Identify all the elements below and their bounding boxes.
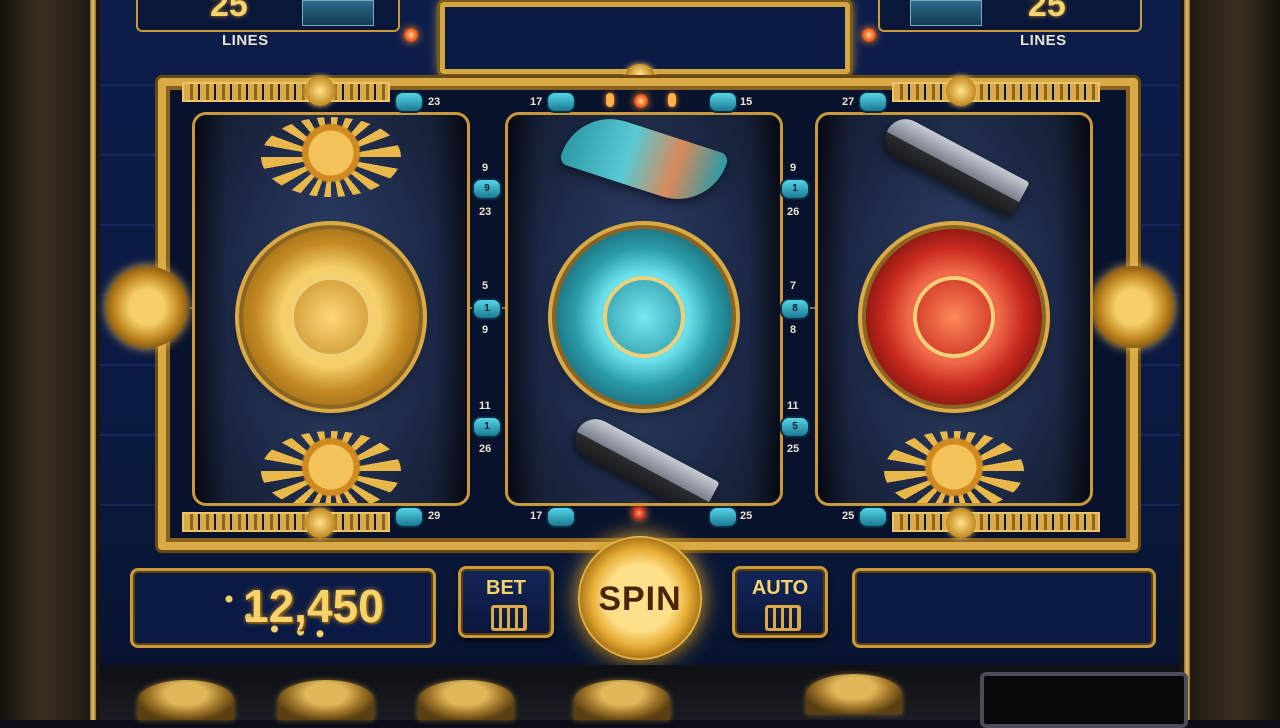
aztec-sun-medallion-icon (106, 266, 188, 348)
auto-button[interactable]: AUTO (732, 566, 828, 638)
payline-number: 23 (428, 96, 441, 108)
greek-key-border (892, 512, 1100, 532)
greek-key-icon (765, 605, 801, 631)
greek-key-border (182, 82, 390, 102)
balance-value: 12,450 (243, 580, 384, 632)
aztec-sun-medallion-icon (1092, 266, 1174, 348)
sun-stud-icon (946, 76, 976, 106)
bet-button[interactable]: BET (458, 566, 554, 638)
glyph-plate-icon (910, 0, 982, 26)
lamp-icon (632, 506, 646, 520)
sun-symbol-icon (884, 431, 1024, 503)
sun-symbol-icon (261, 431, 401, 503)
payline-badge: 9 (472, 178, 502, 200)
lines-value-right: 25 (1028, 0, 1066, 24)
lamp-icon (634, 94, 648, 108)
cabinet-left-frame (0, 0, 100, 720)
sun-face-icon (913, 276, 995, 358)
greek-key-border (182, 512, 390, 532)
payline-number: 8 (790, 324, 797, 336)
greek-key-border (892, 82, 1100, 102)
marquee-display (440, 2, 850, 74)
obsidian-knife-symbol-icon (878, 115, 1030, 218)
payline-marker-icon (394, 91, 424, 113)
payline-number: 25 (787, 443, 800, 455)
payline-badge: 1 (780, 178, 810, 200)
cabinet-right-frame (1180, 0, 1280, 720)
payline-number: 26 (479, 443, 492, 455)
reel-1 (192, 112, 470, 506)
info-display (852, 568, 1156, 648)
sun-stud-icon (305, 76, 335, 106)
coin-icon (806, 674, 902, 714)
lamp-icon (404, 28, 418, 42)
payline-number: 17 (530, 510, 543, 522)
lamp-icon (862, 28, 876, 42)
payline-number: 17 (530, 96, 543, 108)
lines-display-right: 25 LINES (878, 0, 1142, 49)
payline-marker-icon (546, 506, 576, 528)
payline-marker-icon (394, 506, 424, 528)
payline-number: 25 (842, 510, 855, 522)
payline-marker-icon (546, 91, 576, 113)
reel-3 (815, 112, 1093, 506)
glyph-plate-icon (302, 0, 374, 26)
feather-symbol-icon (558, 115, 730, 213)
coin-icon (574, 680, 670, 720)
sun-symbol-icon (261, 117, 401, 197)
payline-badge: 8 (780, 298, 810, 320)
reel-2 (505, 112, 783, 506)
lamp-icon (668, 93, 676, 107)
sun-face-icon (290, 276, 372, 358)
sun-stud-icon (946, 508, 976, 538)
red-calendar-symbol-icon (866, 229, 1042, 405)
lamp-icon (606, 93, 614, 107)
lines-label-left: LINES (222, 32, 269, 49)
payline-number: 9 (482, 162, 489, 174)
payline-number: 15 (740, 96, 753, 108)
payline-marker-icon (708, 91, 738, 113)
sun-face-icon (603, 276, 685, 358)
coin-icon (138, 680, 234, 720)
payline-number: 9 (482, 324, 489, 336)
payline-number: 23 (479, 206, 492, 218)
payline-marker-icon (858, 506, 888, 528)
payline-number: 7 (790, 280, 797, 292)
payline-marker-icon (858, 91, 888, 113)
spin-label: SPIN (598, 580, 682, 618)
turquoise-calendar-symbol-icon (556, 229, 732, 405)
obsidian-knife-symbol-icon (568, 412, 720, 503)
payline-badge: 1 (472, 298, 502, 320)
balance-display: 12,450 (130, 568, 436, 648)
auto-label: AUTO (751, 577, 809, 599)
payline-number: 11 (787, 400, 799, 412)
payline-number: 25 (740, 510, 753, 522)
gold-calendar-symbol-icon (243, 229, 419, 405)
lines-display-left: 25 LINES (136, 0, 400, 49)
lines-value-left: 25 (210, 0, 248, 24)
payline-number: 11 (479, 400, 491, 412)
payline-number: 26 (787, 206, 800, 218)
payline-marker-icon (708, 506, 738, 528)
payline-number: 5 (482, 280, 489, 292)
coin-icon (278, 680, 374, 720)
lines-label-right: LINES (1020, 32, 1067, 49)
greek-key-icon (491, 605, 527, 631)
sun-stud-icon (305, 508, 335, 538)
bet-label: BET (486, 577, 526, 599)
payline-badge: 5 (780, 416, 810, 438)
payline-number: 9 (790, 162, 797, 174)
payline-badge: 1 (472, 416, 502, 438)
payline-number: 27 (842, 96, 855, 108)
payline-number: 29 (428, 510, 441, 522)
coin-icon (418, 680, 514, 720)
spin-button[interactable]: SPIN (578, 536, 702, 660)
